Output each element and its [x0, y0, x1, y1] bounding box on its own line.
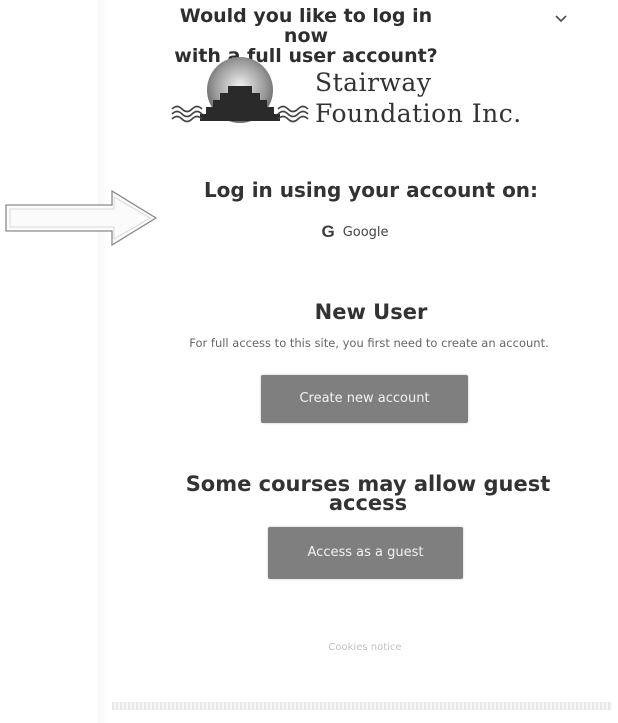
footer-strip	[112, 702, 612, 710]
chevron-down-icon[interactable]	[552, 10, 570, 28]
stairway-foundation-logo: Stairway Foundation Inc.	[170, 55, 560, 133]
google-login-label: Google	[342, 224, 389, 240]
create-account-button[interactable]: Create new account	[261, 375, 468, 423]
login-options-heading: Log in using your account on:	[203, 178, 539, 202]
google-icon: G	[321, 222, 335, 241]
new-user-description: For full access to this site, you first …	[189, 336, 549, 350]
logo-text-line2: Foundation Inc.	[315, 99, 522, 128]
cookies-notice-link[interactable]: Cookies notice	[300, 642, 430, 653]
google-login-button[interactable]: G Google	[265, 218, 445, 246]
login-prompt-line1: Would you like to log in now	[179, 5, 433, 47]
arrow-right-icon	[5, 189, 158, 247]
guest-access-button[interactable]: Access as a guest	[268, 527, 463, 579]
logo-text-line1: Stairway	[315, 68, 432, 97]
content-edge-shadow	[98, 0, 110, 723]
guest-heading-line2: access	[328, 491, 408, 515]
stairway-emblem-icon	[171, 57, 309, 123]
guest-access-heading: Some courses may allow guest access	[168, 474, 568, 515]
new-user-heading: New User	[314, 300, 428, 324]
